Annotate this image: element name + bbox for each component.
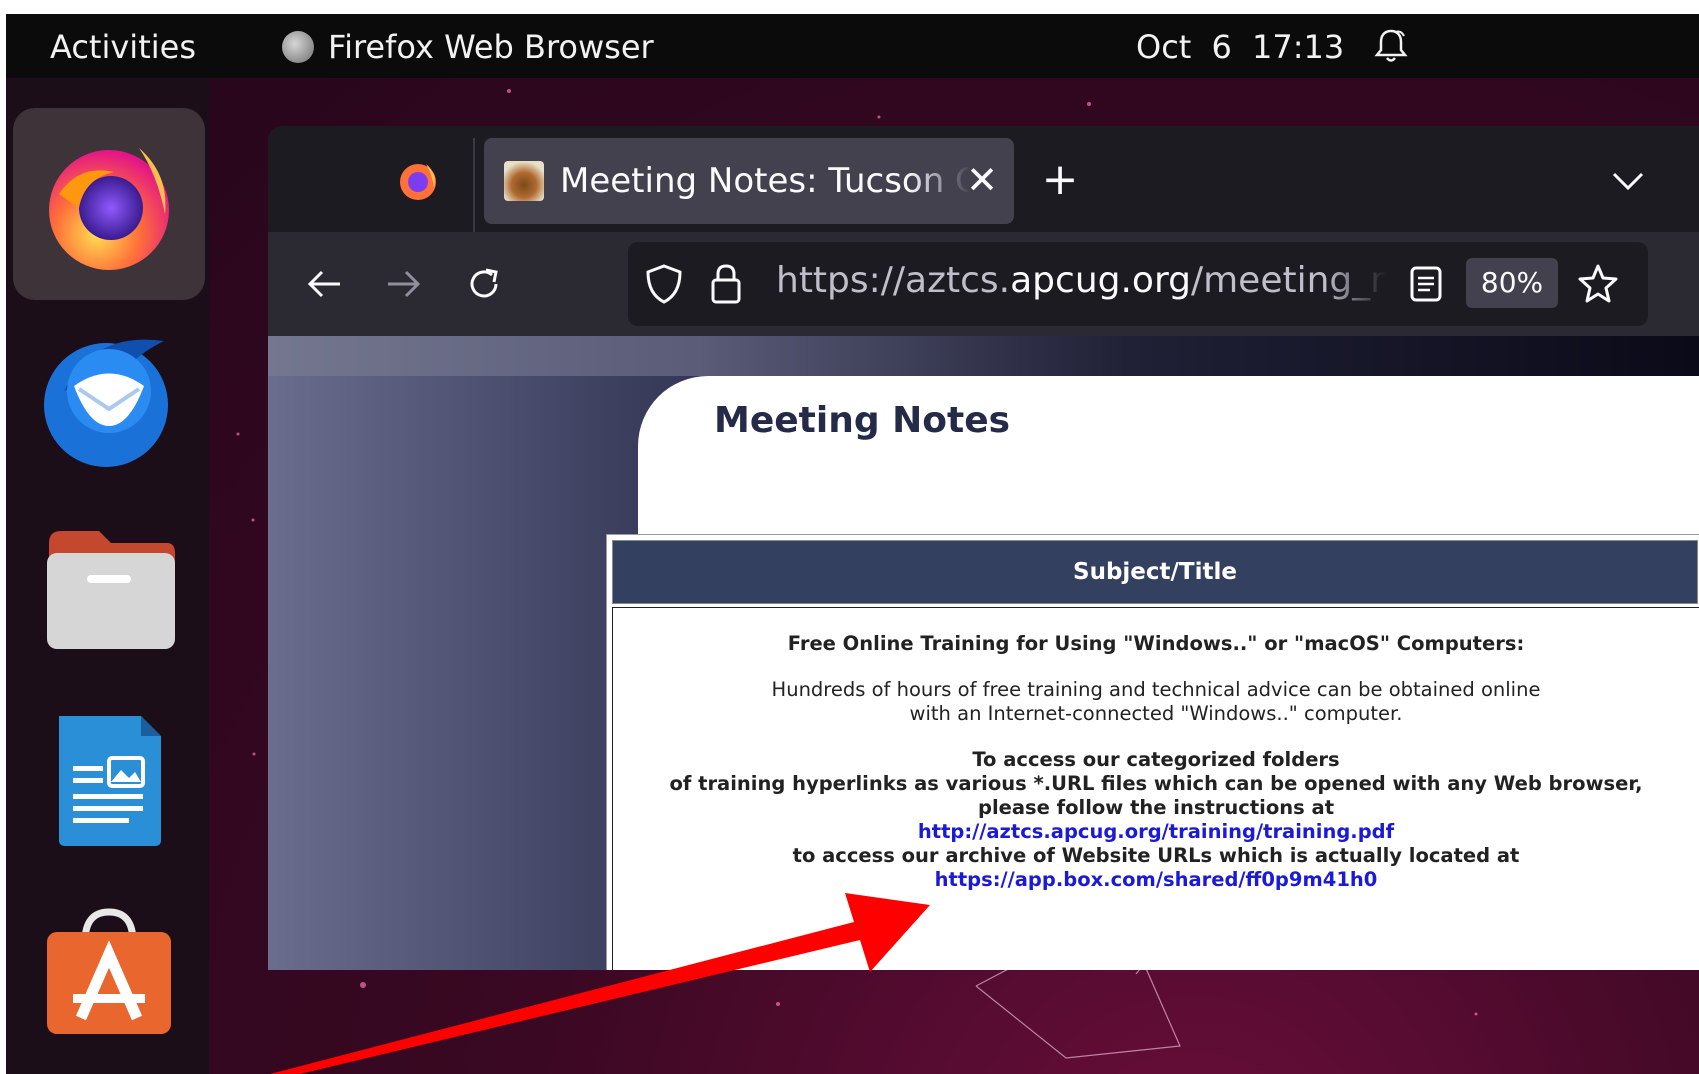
dock-thunderbird[interactable] (13, 300, 205, 492)
url-prefix: https://aztcs. (776, 260, 1011, 301)
zoom-level-button[interactable]: 80% (1466, 258, 1558, 308)
url-bar[interactable]: https://aztcs.apcug.org/meeting_notes 80… (628, 242, 1648, 326)
clock[interactable]: Oct 6 17:13 (1136, 28, 1344, 66)
arrow-right-icon (388, 270, 421, 298)
top-bar: Activities Firefox Web Browser Oct 6 17:… (6, 14, 1699, 78)
table-cell: Free Online Training for Using "Windows.… (612, 607, 1699, 970)
forward-button[interactable] (378, 258, 430, 310)
firefox-icon (49, 148, 169, 270)
tab-separator (473, 138, 475, 232)
dock-software[interactable] (13, 876, 205, 1068)
app-menu-label: Firefox Web Browser (328, 28, 654, 66)
firefox-view-icon[interactable] (396, 158, 440, 202)
arrow-left-icon (307, 270, 340, 298)
new-tab-icon[interactable]: + (1038, 158, 1082, 204)
reload-icon (470, 268, 498, 298)
para2-line3: please follow the instructions at (977, 796, 1335, 819)
desktop-screen: Activities Firefox Web Browser Oct 6 17:… (6, 14, 1699, 1074)
page-banner (268, 336, 1699, 376)
lock-icon[interactable] (708, 262, 744, 306)
thunderbird-icon (44, 339, 168, 467)
url-path: /meeting_notes (1190, 260, 1386, 301)
page-title: Meeting Notes (714, 400, 1011, 441)
para2-line1: To access our categorized folders (972, 748, 1340, 771)
firefox-window: Meeting Notes: Tucson Computer Society ✕… (268, 126, 1699, 970)
shield-icon[interactable] (644, 262, 684, 306)
dock-firefox[interactable] (13, 108, 205, 300)
notes-table: Subject/Title Free Online Training for U… (606, 534, 1699, 970)
training-heading: Free Online Training for Using "Windows.… (787, 632, 1525, 655)
table-header: Subject/Title (612, 540, 1698, 604)
para2-line2: of training hyperlinks as various *.URL … (669, 772, 1643, 795)
star-bookmark-icon[interactable] (1576, 262, 1620, 306)
site-favicon-icon (504, 161, 544, 201)
navigation-toolbar: https://aztcs.apcug.org/meeting_notes 80… (268, 232, 1699, 336)
para1-line1: Hundreds of hours of free training and t… (771, 678, 1541, 701)
dock-files[interactable] (13, 492, 205, 684)
url-domain: apcug.org (1010, 260, 1191, 301)
reload-button[interactable] (458, 258, 510, 310)
tab-title: Meeting Notes: Tucson Computer Society (560, 161, 970, 201)
firefox-monochrome-icon (282, 31, 314, 63)
app-menu[interactable]: Firefox Web Browser (282, 28, 654, 66)
url-text[interactable]: https://aztcs.apcug.org/meeting_notes (776, 260, 1386, 308)
training-pdf-link[interactable]: http://aztcs.apcug.org/training/training… (918, 820, 1394, 843)
bell-icon[interactable] (1371, 26, 1411, 66)
para2-line4: to access our archive of Website URLs wh… (792, 844, 1520, 867)
writer-icon (59, 716, 161, 846)
close-tab-icon[interactable]: ✕ (964, 160, 1000, 200)
box-archive-link[interactable]: https://app.box.com/shared/ff0p9m41h0 (935, 868, 1378, 891)
software-store-icon (47, 908, 171, 1034)
web-content: Meeting Notes Subject/Title Free Online … (268, 336, 1699, 970)
files-icon (47, 531, 175, 649)
back-button[interactable] (298, 258, 350, 310)
para1-line2: with an Internet-connected "Windows.." c… (909, 702, 1403, 725)
tab-strip: Meeting Notes: Tucson Computer Society ✕… (268, 126, 1699, 232)
clock-date: Oct 6 (1136, 28, 1232, 66)
dock (6, 78, 209, 1074)
chevron-down-icon[interactable] (1606, 160, 1650, 204)
clock-time: 17:13 (1252, 28, 1345, 66)
tab-meeting-notes[interactable]: Meeting Notes: Tucson Computer Society ✕ (484, 138, 1014, 224)
dock-writer[interactable] (13, 684, 205, 876)
reader-view-icon[interactable] (1408, 264, 1444, 304)
activities-button[interactable]: Activities (50, 28, 196, 66)
